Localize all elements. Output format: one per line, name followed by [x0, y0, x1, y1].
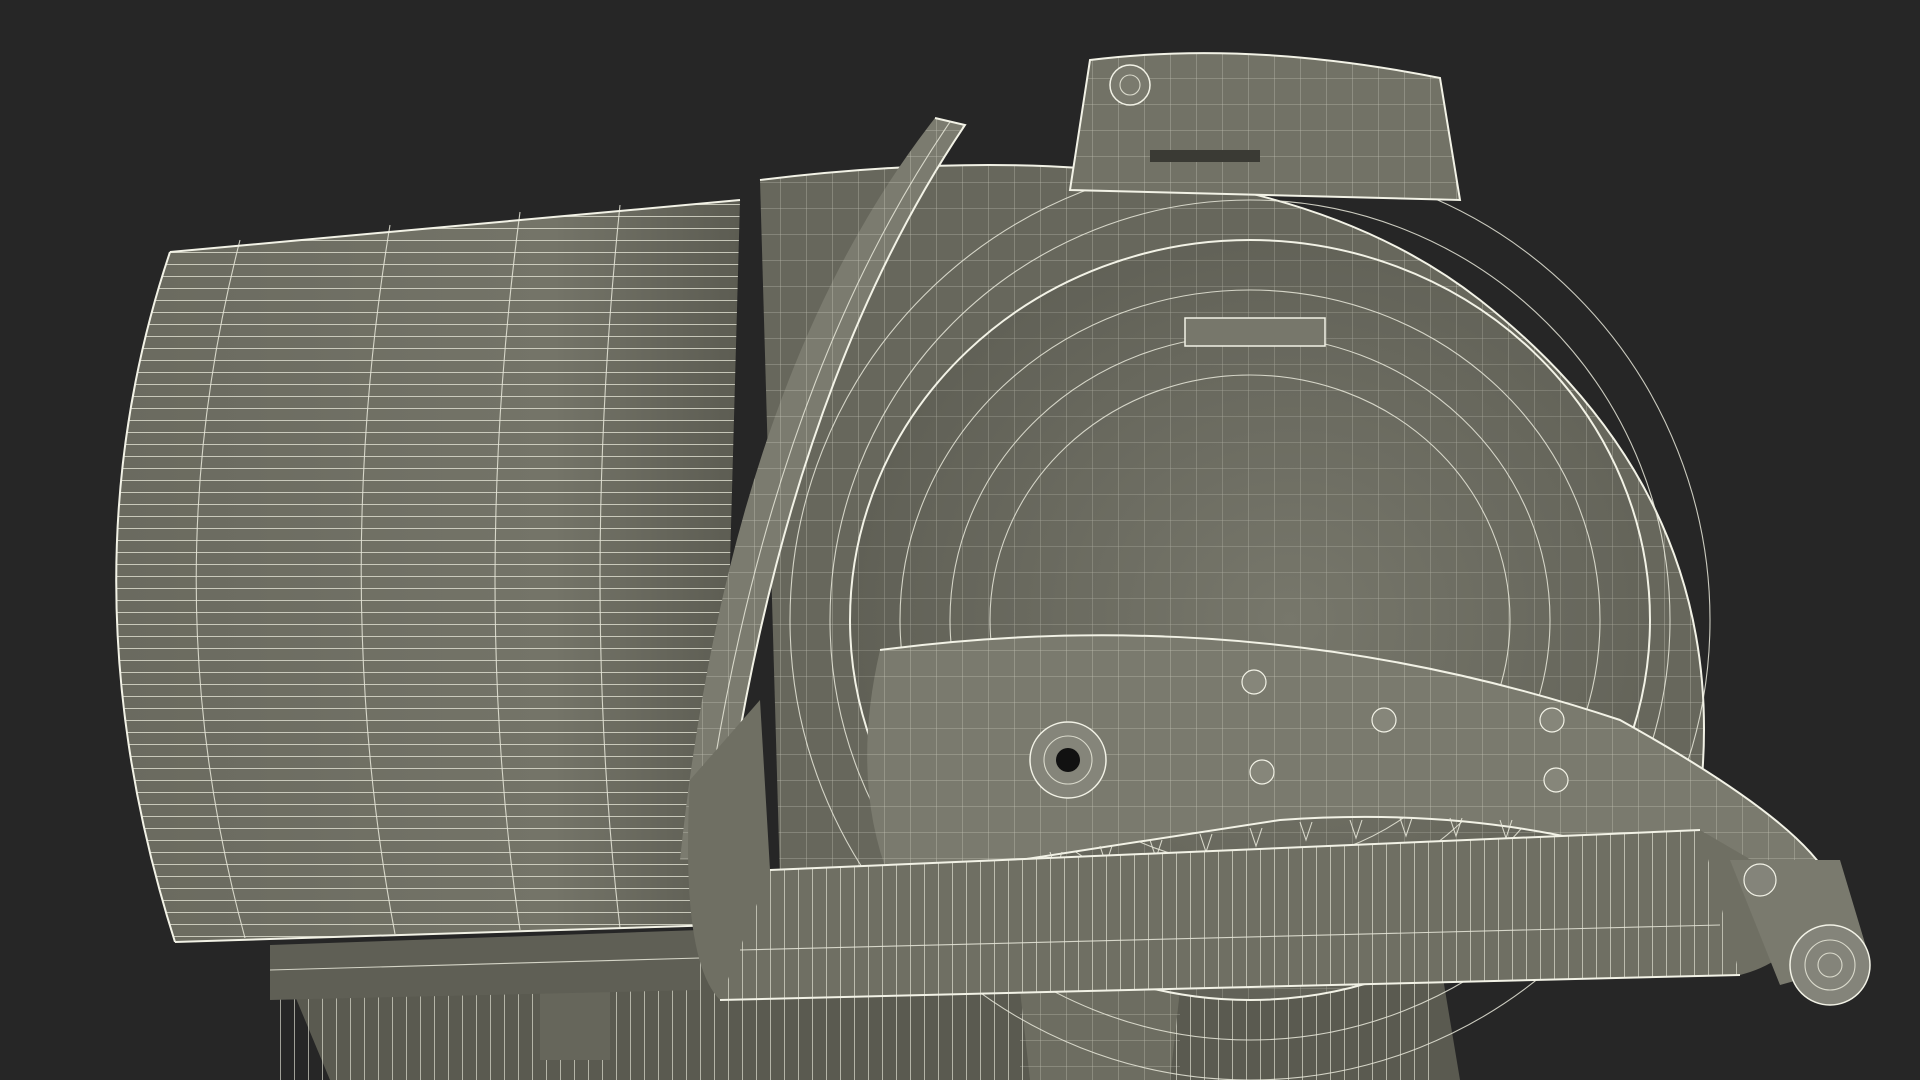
sharpener-knob	[1109, 64, 1151, 106]
meat-slicer-wireframe-render	[115, 52, 1871, 1080]
sharpener-housing	[1068, 52, 1462, 202]
motor-housing	[115, 199, 741, 1000]
wireframe-render-viewport	[0, 0, 1920, 1080]
blade-label-plate	[1184, 317, 1326, 347]
carriage-knob	[1029, 721, 1107, 799]
